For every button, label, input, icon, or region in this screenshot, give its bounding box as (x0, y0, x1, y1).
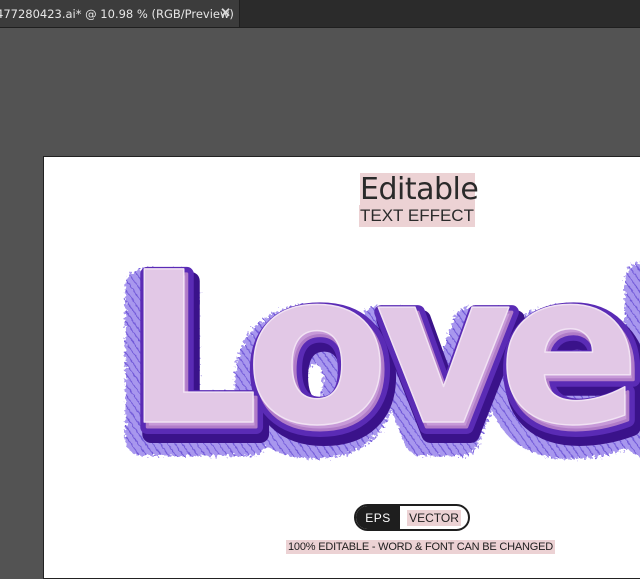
format-badge: EPS VECTOR (354, 504, 470, 531)
footer-note: 100% EDITABLE - WORD & FONT CAN BE CHANG… (286, 540, 556, 554)
lovely-text-effect: Lovely Lovely Lovely Lovely Lovely (106, 225, 640, 506)
lovely-word: Lovely Lovely Lovely Lovely (121, 225, 640, 493)
canvas-workspace[interactable]: Lovely Lovely Lovely Lovely Lovely Edita… (0, 28, 640, 579)
heading-editable: Editable (360, 172, 479, 207)
document-tab-title: 477280423.ai* @ 10.98 % (RGB/Preview) (0, 6, 234, 21)
svg-text:Lovely: Lovely (125, 227, 640, 472)
artboard[interactable]: Lovely Lovely Lovely Lovely Lovely Edita… (43, 156, 640, 579)
format-badge-vector: VECTOR (407, 509, 461, 526)
heading-text-effect: TEXT EFFECT (360, 206, 474, 225)
format-badge-vector-wrap: VECTOR (400, 506, 468, 529)
close-icon[interactable]: ✕ (220, 5, 231, 21)
format-badge-eps: EPS (356, 506, 400, 529)
document-tab-bar: 477280423.ai* @ 10.98 % (RGB/Preview) ✕ (0, 0, 640, 28)
document-tab[interactable]: 477280423.ai* @ 10.98 % (RGB/Preview) ✕ (0, 0, 240, 27)
